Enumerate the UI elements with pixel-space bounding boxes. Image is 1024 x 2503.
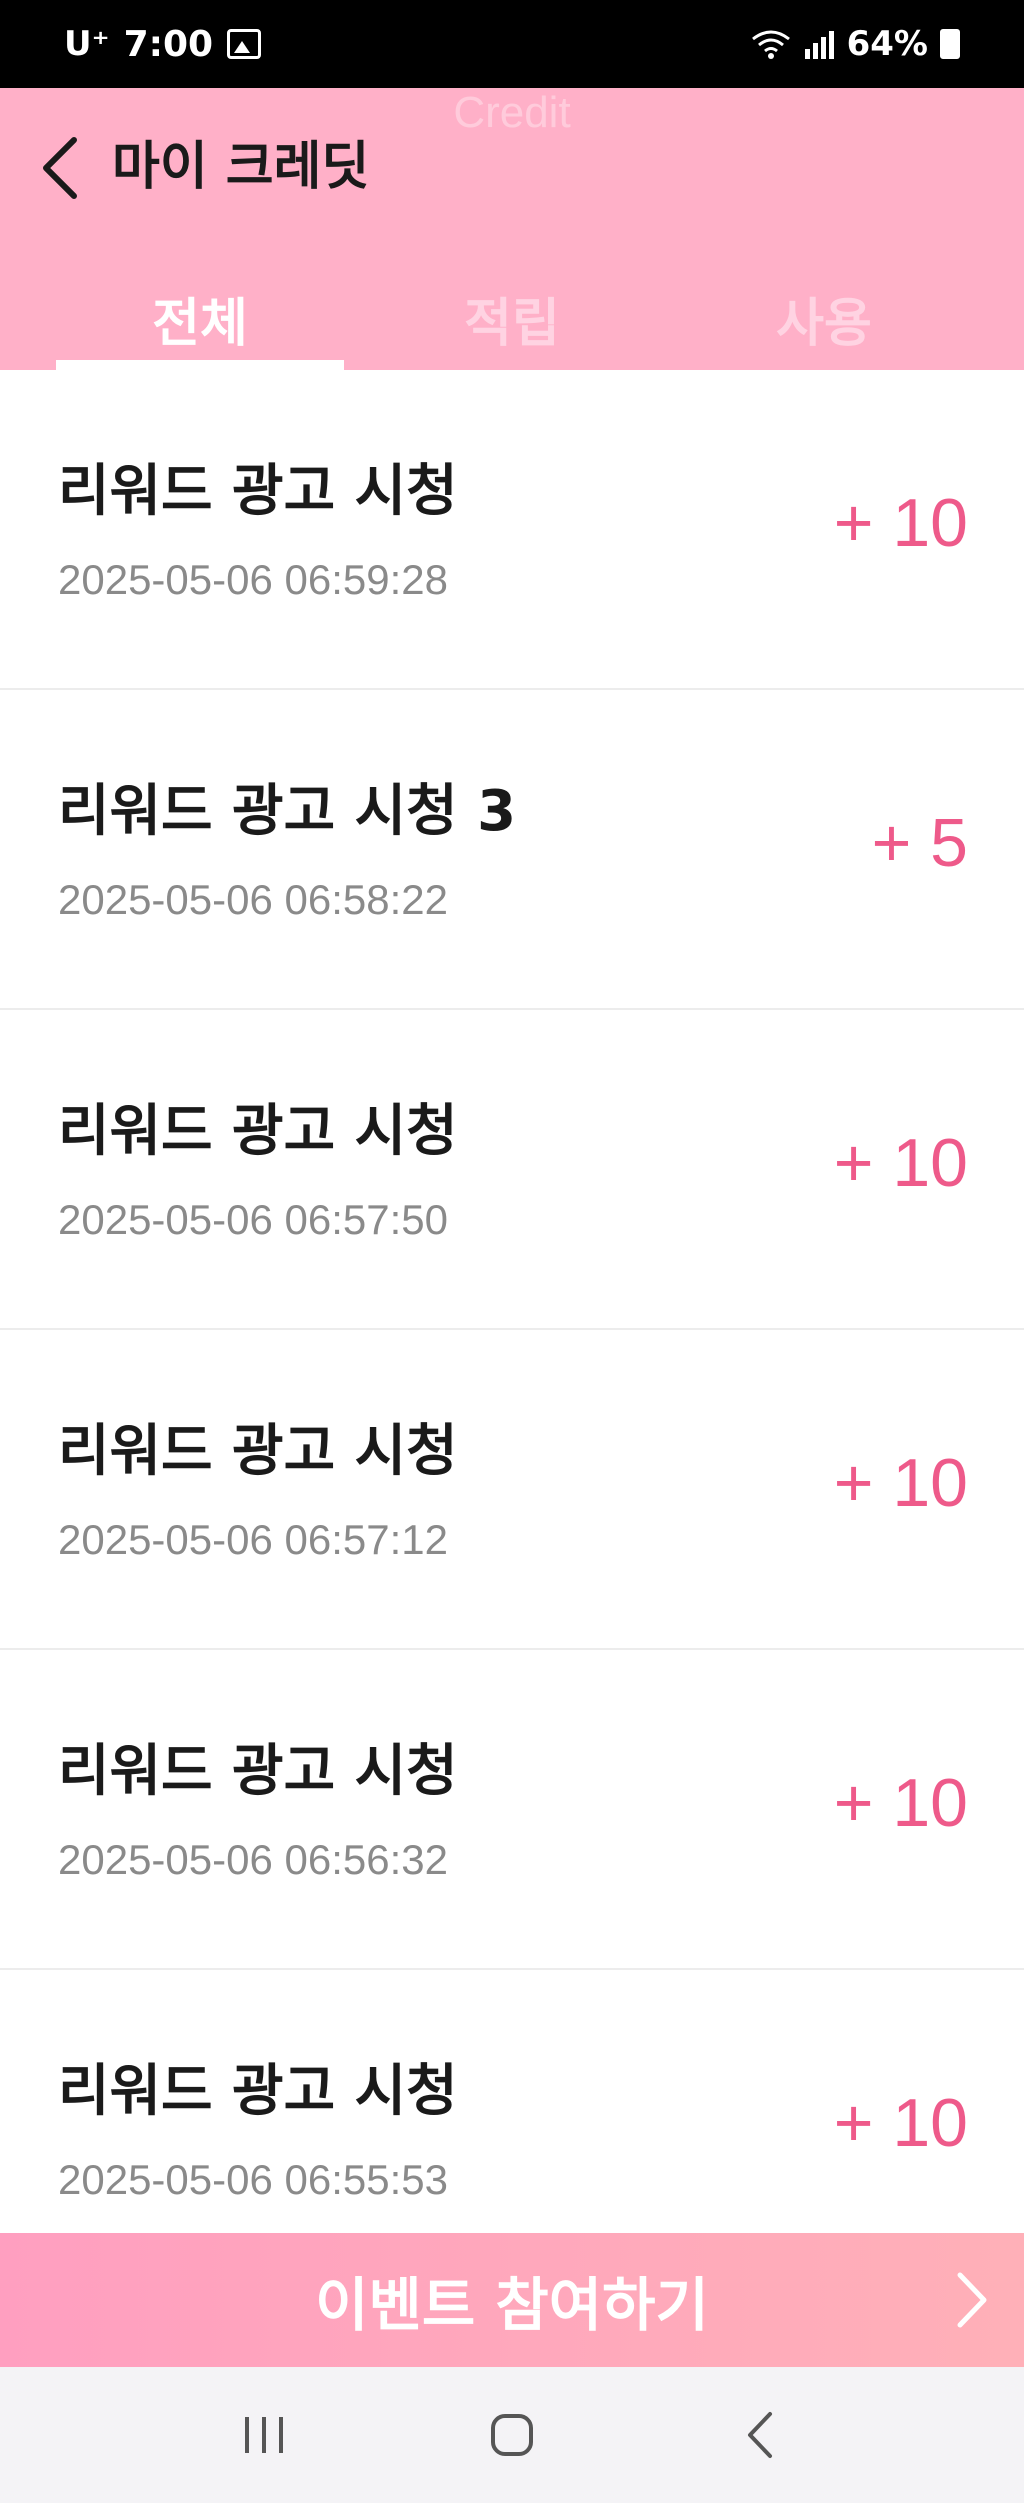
battery-percent: 64% bbox=[846, 24, 928, 64]
home-icon bbox=[491, 2414, 533, 2456]
list-item: 리워드 광고 시청 3 2025-05-06 06:58:22 + 5 bbox=[0, 690, 1024, 1010]
item-title: 리워드 광고 시청 3 bbox=[58, 779, 517, 844]
chevron-right-icon bbox=[957, 2272, 987, 2328]
item-amount: + 5 bbox=[871, 805, 968, 881]
home-button[interactable] bbox=[472, 2395, 552, 2475]
event-participate-button[interactable]: 이벤트 참여하기 bbox=[0, 2233, 1024, 2367]
recents-button[interactable] bbox=[224, 2395, 304, 2475]
carrier-label: U⁺ bbox=[64, 24, 110, 64]
list-item: 리워드 광고 시청 2025-05-06 06:57:50 + 10 bbox=[0, 1010, 1024, 1330]
status-bar-left: U⁺ 7:00 bbox=[64, 23, 262, 65]
gallery-notification-icon bbox=[227, 29, 262, 59]
list-item: 리워드 광고 시청 2025-05-06 06:57:12 + 10 bbox=[0, 1330, 1024, 1650]
item-amount: + 10 bbox=[833, 485, 968, 561]
item-amount: + 10 bbox=[833, 2085, 968, 2161]
back-nav-button[interactable] bbox=[720, 2395, 800, 2475]
credit-history-list: 리워드 광고 시청 2025-05-06 06:59:28 + 10 리워드 광… bbox=[0, 370, 1024, 2290]
clock: 7:00 bbox=[123, 23, 214, 65]
item-date: 2025-05-06 06:55:53 bbox=[58, 2156, 448, 2203]
item-date: 2025-05-06 06:57:50 bbox=[58, 1196, 448, 1243]
item-amount: + 10 bbox=[833, 1125, 968, 1201]
tab-used[interactable]: 사용 bbox=[668, 266, 980, 370]
status-bar: U⁺ 7:00 64% bbox=[0, 0, 1024, 88]
status-bar-right: 64% bbox=[751, 24, 960, 64]
header: Credit 마이 크레딧 전체 적립 사용 bbox=[0, 88, 1024, 370]
battery-icon bbox=[940, 29, 960, 59]
item-title: 리워드 광고 시청 bbox=[58, 1419, 458, 1484]
item-title: 리워드 광고 시청 bbox=[58, 1099, 458, 1164]
item-date: 2025-05-06 06:57:12 bbox=[58, 1516, 448, 1563]
wifi-icon bbox=[751, 30, 790, 59]
item-title: 리워드 광고 시청 bbox=[58, 2059, 458, 2124]
signal-icon bbox=[804, 31, 834, 59]
item-title: 리워드 광고 시청 bbox=[58, 459, 458, 524]
recents-icon bbox=[245, 2417, 283, 2453]
chevron-left-icon bbox=[43, 137, 77, 199]
back-icon bbox=[748, 2412, 772, 2458]
item-date: 2025-05-06 06:59:28 bbox=[58, 556, 448, 603]
item-amount: + 10 bbox=[833, 1445, 968, 1521]
event-participate-label: 이벤트 참여하기 bbox=[315, 2271, 709, 2339]
item-date: 2025-05-06 06:58:22 bbox=[58, 876, 448, 923]
tab-all[interactable]: 전체 bbox=[44, 266, 356, 370]
back-button[interactable] bbox=[30, 126, 94, 210]
item-title: 리워드 광고 시청 bbox=[58, 1739, 458, 1804]
item-amount: + 10 bbox=[833, 1765, 968, 1841]
list-item: 리워드 광고 시청 2025-05-06 06:59:28 + 10 bbox=[0, 370, 1024, 690]
tab-bar: 전체 적립 사용 bbox=[0, 266, 1024, 370]
system-nav-bar bbox=[0, 2367, 1024, 2503]
header-watermark: Credit bbox=[453, 88, 571, 137]
tab-earned[interactable]: 적립 bbox=[356, 266, 668, 370]
list-item: 리워드 광고 시청 2025-05-06 06:56:32 + 10 bbox=[0, 1650, 1024, 1970]
item-date: 2025-05-06 06:56:32 bbox=[58, 1836, 448, 1883]
page-title: 마이 크레딧 bbox=[112, 137, 370, 197]
